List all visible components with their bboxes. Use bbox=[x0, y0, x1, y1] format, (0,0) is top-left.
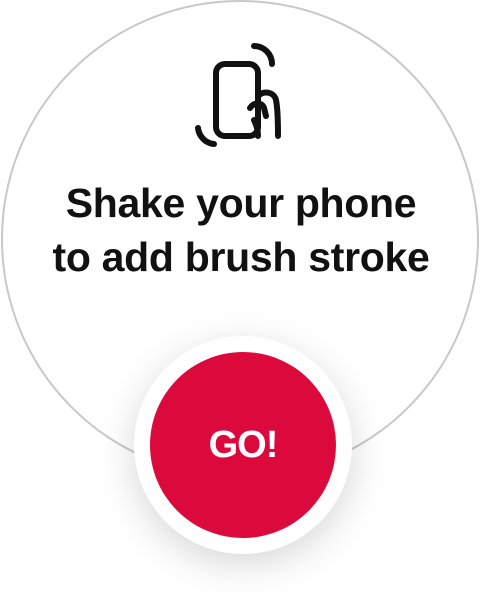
go-button-label: GO! bbox=[208, 423, 279, 466]
go-button[interactable]: GO! bbox=[150, 352, 336, 538]
shake-prompt-screen: Shake your phone to add brush stroke GO! bbox=[0, 0, 482, 603]
instruction-text: Shake your phone to add brush stroke bbox=[20, 176, 462, 284]
shake-phone-icon bbox=[195, 43, 281, 147]
instruction-line-2: to add brush stroke bbox=[52, 234, 430, 280]
instruction-line-1: Shake your phone bbox=[65, 180, 417, 226]
